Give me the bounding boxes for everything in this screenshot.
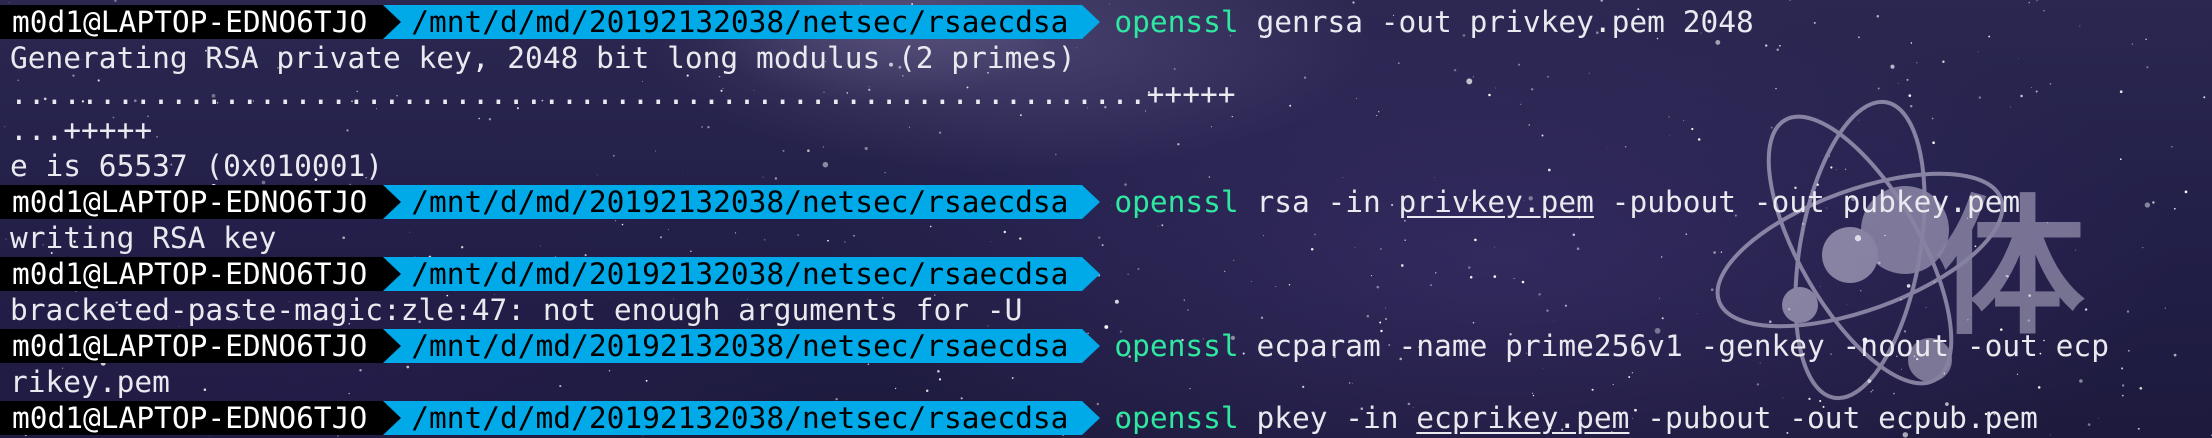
powerline-separator-icon: [1082, 5, 1101, 39]
prompt-path: /mnt/d/md/20192132038/netsec/rsaecdsa: [401, 185, 1083, 219]
powerline-separator-icon: [1082, 401, 1101, 435]
output-line: e is 65537 (0x010001): [0, 148, 2212, 184]
prompt-line: m0d1@LAPTOP-EDNO6TJO/mnt/d/md/2019213203…: [0, 4, 2212, 40]
output-text: ........................................…: [10, 77, 1236, 111]
prompt-line: m0d1@LAPTOP-EDNO6TJO/mnt/d/md/2019213203…: [0, 328, 2212, 364]
output-text: ...+++++: [10, 113, 153, 147]
command-text: openssl ecparam -name prime256v1 -genkey…: [1100, 328, 2109, 364]
output-text: bracketed-paste-magic:zle:47: not enough…: [10, 293, 1023, 327]
prompt-line: m0d1@LAPTOP-EDNO6TJO/mnt/d/md/2019213203…: [0, 400, 2212, 436]
powerline-separator-icon: [383, 185, 402, 219]
output-text: e is 65537 (0x010001): [10, 149, 383, 183]
command-args: -pubout -out pubkey.pem: [1593, 185, 2021, 219]
prompt-line: m0d1@LAPTOP-EDNO6TJO/mnt/d/md/2019213203…: [0, 256, 2212, 292]
command-text: openssl genrsa -out privkey.pem 2048: [1100, 4, 1753, 40]
output-text: rikey.pem: [10, 365, 170, 399]
command-args: genrsa -out privkey.pem 2048: [1238, 5, 1754, 39]
powerline-separator-icon: [383, 5, 402, 39]
output-line: ........................................…: [0, 76, 2212, 112]
output-line: writing RSA key: [0, 220, 2212, 256]
powerline-separator-icon: [1082, 329, 1101, 363]
command-args: pkey -in: [1238, 401, 1417, 435]
prompt-path: /mnt/d/md/20192132038/netsec/rsaecdsa: [401, 401, 1083, 435]
file-argument: ecprikey.pem: [1416, 401, 1630, 435]
powerline-separator-icon: [383, 401, 402, 435]
file-argument: privkey.pem: [1398, 185, 1594, 219]
powerline-separator-icon: [1082, 185, 1101, 219]
powerline-separator-icon: [383, 329, 402, 363]
command-args: rsa -in: [1238, 185, 1399, 219]
output-line: ...+++++: [0, 112, 2212, 148]
command-args: ecparam -name prime256v1 -genkey -noout …: [1238, 329, 2109, 363]
output-line: bracketed-paste-magic:zle:47: not enough…: [0, 292, 2212, 328]
output-text: Generating RSA private key, 2048 bit lon…: [10, 41, 1076, 75]
command-name: openssl: [1114, 401, 1239, 435]
prompt-user-host: m0d1@LAPTOP-EDNO6TJO: [0, 5, 384, 39]
command-name: openssl: [1114, 329, 1239, 363]
prompt-user-host: m0d1@LAPTOP-EDNO6TJO: [0, 185, 384, 219]
command-args: -pubout -out ecpub.pem: [1629, 401, 2038, 435]
output-line: Generating RSA private key, 2048 bit lon…: [0, 40, 2212, 76]
prompt-line: m0d1@LAPTOP-EDNO6TJO/mnt/d/md/2019213203…: [0, 184, 2212, 220]
powerline-separator-icon: [383, 257, 402, 291]
output-line: rikey.pem: [0, 364, 2212, 400]
powerline-separator-icon: [1082, 257, 1101, 291]
prompt-user-host: m0d1@LAPTOP-EDNO6TJO: [0, 401, 384, 435]
prompt-user-host: m0d1@LAPTOP-EDNO6TJO: [0, 257, 384, 291]
command-text: openssl rsa -in privkey.pem -pubout -out…: [1100, 184, 2020, 220]
prompt-path: /mnt/d/md/20192132038/netsec/rsaecdsa: [401, 329, 1083, 363]
prompt-path: /mnt/d/md/20192132038/netsec/rsaecdsa: [401, 5, 1083, 39]
command-text: openssl pkey -in ecprikey.pem -pubout -o…: [1100, 400, 2038, 436]
command-name: openssl: [1114, 185, 1239, 219]
terminal-output[interactable]: m0d1@LAPTOP-EDNO6TJO/mnt/d/md/2019213203…: [0, 4, 2212, 436]
prompt-path: /mnt/d/md/20192132038/netsec/rsaecdsa: [401, 257, 1083, 291]
prompt-user-host: m0d1@LAPTOP-EDNO6TJO: [0, 329, 384, 363]
command-name: openssl: [1114, 5, 1239, 39]
output-text: writing RSA key: [10, 221, 277, 255]
